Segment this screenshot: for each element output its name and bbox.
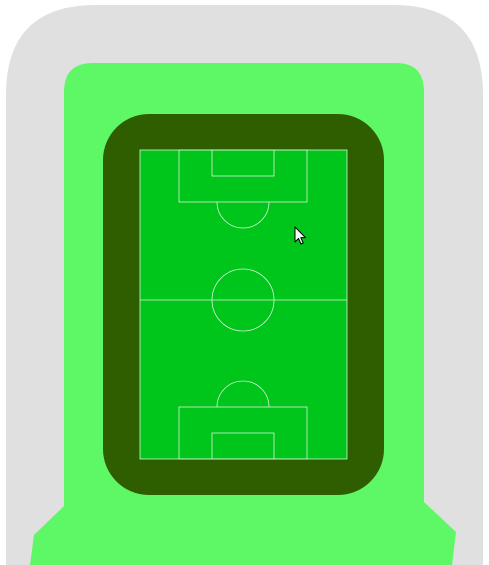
stadium-view — [0, 0, 489, 565]
stadium-map — [6, 5, 483, 565]
pitch[interactable] — [140, 150, 347, 459]
